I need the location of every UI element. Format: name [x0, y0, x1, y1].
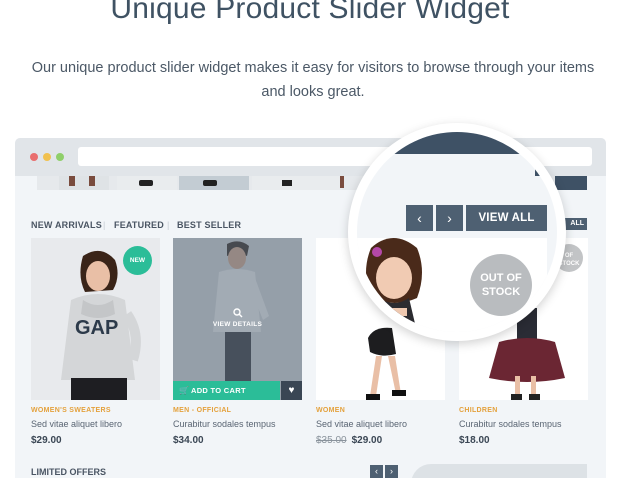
minimize-dot-icon: [43, 153, 51, 161]
product-price: $29.00: [31, 435, 62, 446]
view-details-link[interactable]: VIEW DETAILS: [173, 321, 302, 328]
product-category: WOMEN: [316, 407, 346, 414]
add-to-cart-button[interactable]: 🛒 ADD TO CART: [173, 381, 280, 400]
new-badge: NEW: [123, 246, 152, 275]
strip-image: [117, 176, 177, 190]
zoom-top-band: [357, 132, 557, 154]
sale-price: $29.00: [351, 435, 383, 446]
product-price: $35.00 $29.00: [316, 435, 382, 446]
product-name[interactable]: Sed vitae aliquet libero: [316, 419, 407, 429]
maximize-dot-icon: [56, 153, 64, 161]
product-category: CHILDREN: [459, 407, 498, 414]
limited-offer-image: [411, 464, 587, 478]
chevron-left-icon: ‹: [417, 210, 422, 226]
strip-image: [252, 176, 344, 190]
slider-prev-button[interactable]: ‹: [406, 205, 433, 231]
slider-next-button[interactable]: ›: [436, 205, 463, 231]
out-of-stock-line1: OUT OF: [480, 272, 522, 284]
old-price: $35.00: [316, 435, 347, 446]
product-card[interactable]: VIEW DETAILS 🛒 ADD TO CART ♥: [173, 238, 302, 400]
product-name[interactable]: Curabitur sodales tempus: [173, 419, 276, 429]
strip-image: [555, 176, 587, 190]
limited-offers-title: LIMITED OFFERS: [31, 467, 106, 477]
zoom-magnifier: ‹ › VIEW ALL OUT OF STOCK: [348, 123, 566, 341]
svg-text:GAP: GAP: [75, 317, 118, 339]
view-all-button-partial[interactable]: ALL: [563, 218, 587, 230]
chevron-right-icon: ›: [447, 210, 452, 226]
product-image: [173, 238, 302, 400]
zoom-dark-corner: [535, 154, 557, 176]
product-name[interactable]: Sed vitae aliquet libero: [31, 419, 122, 429]
hero-title: Unique Product Slider Widget: [110, 0, 510, 25]
strip-image: [59, 176, 109, 190]
product-category: MEN - OFFICIAL: [173, 407, 232, 414]
product-card[interactable]: GAP NEW: [31, 238, 160, 400]
zoom-lens: ‹ › VIEW ALL OUT OF STOCK: [357, 132, 557, 332]
tab-featured[interactable]: FEATURED: [114, 220, 164, 230]
out-of-stock-badge: OUT OF STOCK: [470, 254, 532, 316]
tab-best-seller[interactable]: BEST SELLER: [177, 220, 241, 230]
wishlist-heart-icon[interactable]: ♥: [281, 381, 302, 400]
product-price: $34.00: [173, 435, 204, 446]
product-price: $18.00: [459, 435, 490, 446]
limited-prev-button[interactable]: ‹: [370, 465, 383, 478]
hero-subtitle: Our unique product slider widget makes i…: [31, 60, 595, 100]
tab-new-arrivals[interactable]: NEW ARRIVALS: [31, 220, 102, 230]
limited-next-button[interactable]: ›: [385, 465, 398, 478]
product-category: WOMEN'S SWEATERS: [31, 407, 111, 414]
tab-separator: |: [103, 220, 106, 230]
strip-image: [179, 176, 249, 190]
out-of-stock-line2: STOCK: [481, 286, 521, 298]
cart-icon: 🛒: [179, 386, 190, 395]
tab-separator: |: [167, 220, 170, 230]
product-name[interactable]: Curabitur sodales tempus: [459, 419, 562, 429]
close-dot-icon: [30, 153, 38, 161]
view-all-button[interactable]: VIEW ALL: [466, 205, 547, 231]
add-to-cart-label: ADD TO CART: [191, 386, 246, 395]
